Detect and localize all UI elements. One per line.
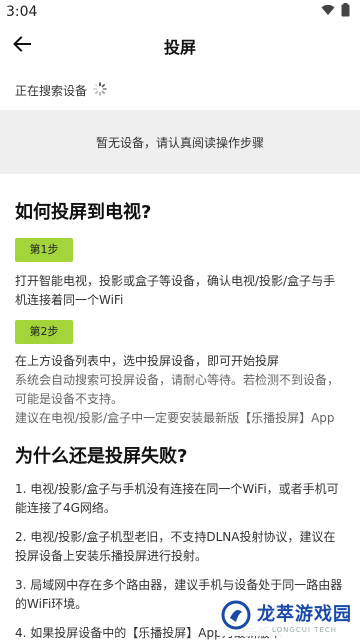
search-status-text: 正在搜索设备 <box>15 83 88 98</box>
back-button[interactable] <box>2 24 42 68</box>
step2-text-3: 建议在电视/投影/盒子中一定要安装最新版【乐播投屏】App <box>15 411 335 425</box>
search-status-row: 正在搜索设备 <box>0 72 360 108</box>
device-list-empty: 暂无设备，请认真阅读操作步骤 <box>0 110 360 174</box>
step2-text-2: 系统会自动搜索可投屏设备，请耐心等待。若检测不到设备，可能是设备不支持。 <box>15 373 340 406</box>
app-bar: 投屏 <box>0 24 360 68</box>
step2-text-1: 在上方设备列表中，选中投屏设备，即可开始投屏 <box>15 354 280 368</box>
empty-message: 暂无设备，请认真阅读操作步骤 <box>95 135 264 150</box>
reason-item: 1. 电视/投影/盒子与手机没有连接在同一个WiFi，或者手机可能连接了4G网络… <box>15 482 339 515</box>
page-title: 投屏 <box>163 38 196 57</box>
status-bar: 3:04 <box>0 0 360 24</box>
watermark-logo-icon <box>221 600 251 634</box>
status-icons <box>321 3 350 21</box>
arrow-left-icon <box>13 36 31 56</box>
status-time: 3:04 <box>6 4 38 20</box>
why-fail-title: 为什么还是投屏失败? <box>15 446 188 467</box>
watermark-title: 龙萃游戏园 <box>257 604 352 625</box>
how-to-title: 如何投屏到电视? <box>15 202 152 223</box>
step1-badge: 第1步 <box>15 238 73 262</box>
step2-badge: 第2步 <box>15 320 73 344</box>
watermark-subtitle: LONGCUI TECH <box>272 626 337 634</box>
watermark: 龙萃游戏园 LONGCUI TECH <box>217 598 356 636</box>
battery-icon <box>341 3 350 21</box>
reason-item: 2. 电视/投影/盒子机型老旧，不支持DLNA投射协议，建议在投屏设备上安装乐播… <box>15 530 336 563</box>
loading-spinner-icon <box>93 81 107 99</box>
wifi-icon <box>321 4 335 20</box>
step1-text: 打开智能电视，投影或盒子等设备，确认电视/投影/盒子与手机连接着同一个WiFi <box>15 274 336 307</box>
